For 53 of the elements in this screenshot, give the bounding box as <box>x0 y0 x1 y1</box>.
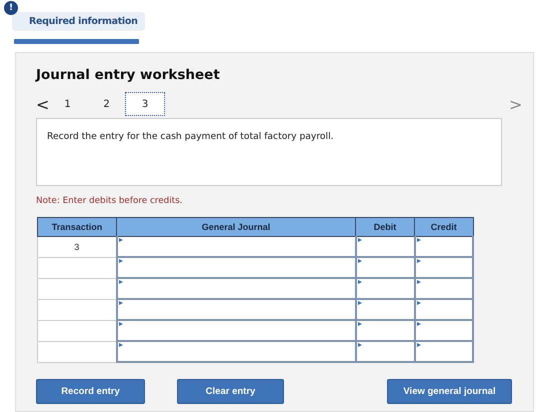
corner-marker-icon <box>358 322 362 326</box>
corner-marker-icon <box>118 238 122 242</box>
corner-marker-icon <box>118 280 122 284</box>
worksheet-title: Journal entry worksheet <box>36 67 221 83</box>
note-text: Note: Enter debits before credits. <box>36 196 184 206</box>
corner-marker-icon <box>416 280 420 284</box>
alert-badge: ! <box>4 1 18 15</box>
corner-marker-icon <box>118 301 122 305</box>
corner-marker-icon <box>358 259 362 263</box>
credit-field[interactable] <box>414 341 473 362</box>
account-field[interactable] <box>116 236 356 257</box>
corner-marker-icon <box>416 322 420 326</box>
action-button[interactable]: Clear entry <box>177 379 284 404</box>
page-tab[interactable]: 2 <box>87 93 126 115</box>
corner-marker-icon <box>416 343 420 347</box>
action-button[interactable]: Record entry <box>36 379 145 404</box>
corner-marker-icon <box>358 301 362 305</box>
prompt-text: Record the entry for the cash payment of total factory payroll. <box>47 131 334 142</box>
column-header: General Journal <box>116 218 356 236</box>
debit-field[interactable] <box>356 278 414 299</box>
required-info-tab[interactable]: Required information <box>12 12 145 31</box>
page-tab[interactable]: 3 <box>126 93 164 115</box>
corner-marker-icon <box>118 322 122 326</box>
credit-field[interactable] <box>414 320 473 341</box>
account-field[interactable] <box>116 278 356 299</box>
credit-field[interactable] <box>414 257 473 278</box>
column-header: Credit <box>414 218 473 236</box>
corner-marker-icon <box>416 238 420 242</box>
debit-field[interactable] <box>356 341 414 362</box>
debit-field[interactable] <box>356 299 414 320</box>
corner-marker-icon <box>358 238 362 242</box>
corner-marker-icon <box>118 343 122 347</box>
corner-marker-icon <box>416 259 420 263</box>
transaction-cell: 3 <box>38 236 116 257</box>
debit-field[interactable] <box>356 236 414 257</box>
corner-marker-icon <box>416 301 420 305</box>
credit-field[interactable] <box>414 278 473 299</box>
action-button[interactable]: View general journal <box>387 379 512 404</box>
account-field[interactable] <box>116 320 356 341</box>
account-field[interactable] <box>116 257 356 278</box>
corner-marker-icon <box>358 343 362 347</box>
credit-field[interactable] <box>414 236 473 257</box>
corner-marker-icon <box>118 259 122 263</box>
column-header: Transaction <box>38 218 116 236</box>
corner-marker-icon <box>358 280 362 284</box>
previous-button[interactable]: < <box>36 94 48 114</box>
debit-field[interactable] <box>356 320 414 341</box>
account-field[interactable] <box>116 341 356 362</box>
account-field[interactable] <box>116 299 356 320</box>
credit-field[interactable] <box>414 299 473 320</box>
debit-field[interactable] <box>356 257 414 278</box>
page-tab[interactable]: 1 <box>48 93 87 115</box>
column-header: Debit <box>356 218 414 236</box>
